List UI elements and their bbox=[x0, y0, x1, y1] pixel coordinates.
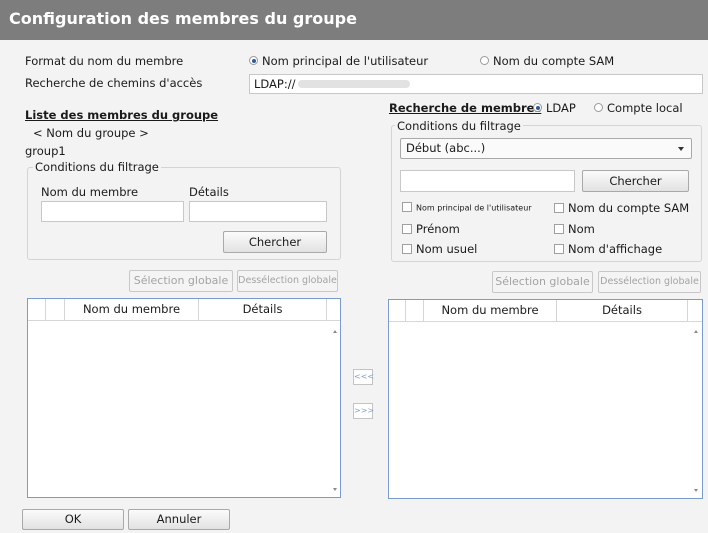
match-mode-dropdown[interactable]: Début (abc...) bbox=[400, 138, 692, 159]
check-firstname[interactable]: Prénom bbox=[402, 222, 460, 236]
scroll-up-icon[interactable] bbox=[694, 330, 698, 333]
format-option-principal-label: Nom principal de l'utilisateur bbox=[262, 54, 429, 68]
left-select-all-button[interactable]: Sélection globale bbox=[129, 270, 233, 292]
checkbox-icon bbox=[554, 202, 564, 213]
redacted-host bbox=[298, 80, 410, 88]
check-name[interactable]: Nom bbox=[554, 222, 595, 236]
check-display-label: Nom d'affichage bbox=[568, 242, 663, 256]
checkbox-icon bbox=[402, 223, 412, 234]
title-bar: Configuration des membres du groupe bbox=[0, 0, 708, 40]
checkbox-icon bbox=[554, 243, 564, 254]
radio-icon bbox=[594, 103, 603, 112]
window-title: Configuration des membres du groupe bbox=[9, 9, 357, 28]
format-option-sam-label: Nom du compte SAM bbox=[493, 54, 615, 68]
member-format-label: Format du nom du membre bbox=[25, 54, 184, 68]
left-grid-col-details[interactable]: Détails bbox=[199, 299, 327, 321]
check-sam[interactable]: Nom du compte SAM bbox=[554, 201, 689, 215]
check-sam-label: Nom du compte SAM bbox=[568, 201, 690, 215]
right-grid-select-col bbox=[389, 300, 406, 322]
right-deselect-all-button[interactable]: Dessélection globale bbox=[598, 271, 701, 293]
left-grid-icon-col bbox=[46, 299, 65, 321]
path-label: Recherche de chemins d'accès bbox=[25, 76, 203, 90]
left-grid-col-member[interactable]: Nom du membre bbox=[65, 299, 199, 321]
radio-selected-icon bbox=[533, 103, 542, 112]
source-local-label: Compte local bbox=[607, 101, 683, 115]
left-members-grid[interactable]: Nom du membre Détails bbox=[27, 298, 341, 498]
ok-button[interactable]: OK bbox=[22, 509, 124, 530]
scroll-down-icon[interactable] bbox=[333, 488, 337, 491]
remove-members-button[interactable]: >>> bbox=[353, 403, 374, 419]
add-members-button[interactable]: <<< bbox=[353, 369, 374, 385]
left-deselect-all-button[interactable]: Dessélection globale bbox=[237, 270, 338, 292]
checkbox-icon bbox=[402, 243, 412, 254]
check-name-label: Nom bbox=[568, 222, 595, 236]
left-filter-member-label: Nom du membre bbox=[41, 185, 139, 199]
left-grid-header: Nom du membre Détails bbox=[28, 299, 340, 321]
left-search-button[interactable]: Chercher bbox=[223, 231, 327, 253]
check-firstname-label: Prénom bbox=[416, 222, 460, 236]
radio-selected-icon bbox=[249, 56, 258, 65]
right-filter-legend: Conditions du filtrage bbox=[395, 119, 523, 133]
right-members-grid[interactable]: Nom du membre Détails bbox=[388, 299, 703, 499]
scroll-up-icon[interactable] bbox=[333, 330, 337, 333]
radio-icon bbox=[480, 56, 489, 65]
source-option-local[interactable]: Compte local bbox=[594, 101, 683, 115]
left-grid-select-col bbox=[28, 299, 46, 321]
right-grid-col-member[interactable]: Nom du membre bbox=[424, 300, 557, 322]
path-value: LDAP:// bbox=[254, 77, 296, 91]
source-option-ldap[interactable]: LDAP bbox=[533, 101, 576, 115]
path-input[interactable]: LDAP:// bbox=[249, 74, 703, 94]
cancel-button[interactable]: Annuler bbox=[128, 509, 230, 530]
check-usual[interactable]: Nom usuel bbox=[402, 242, 477, 256]
format-option-principal[interactable]: Nom principal de l'utilisateur bbox=[249, 54, 428, 68]
check-display[interactable]: Nom d'affichage bbox=[554, 242, 662, 256]
right-grid-col-details[interactable]: Détails bbox=[557, 300, 688, 322]
member-search-title: Recherche de membres bbox=[389, 101, 542, 115]
group-name-label: < Nom du groupe > bbox=[33, 126, 149, 140]
left-filter-member-input[interactable] bbox=[41, 201, 184, 222]
right-grid-icon-col bbox=[406, 300, 424, 322]
scroll-down-icon[interactable] bbox=[694, 489, 698, 492]
group-members-title: Liste des membres du groupe bbox=[25, 108, 219, 122]
source-ldap-label: LDAP bbox=[546, 101, 576, 115]
right-search-input[interactable] bbox=[400, 170, 575, 192]
right-grid-header: Nom du membre Détails bbox=[389, 300, 702, 322]
group-name-value: group1 bbox=[25, 144, 66, 158]
check-usual-label: Nom usuel bbox=[416, 242, 478, 256]
check-principal-label: Nom principal de l'utilisateur bbox=[416, 203, 532, 213]
left-filter-legend: Conditions du filtrage bbox=[33, 160, 161, 174]
checkbox-icon bbox=[402, 202, 412, 212]
left-filter-details-input[interactable] bbox=[189, 201, 327, 222]
chevron-down-icon bbox=[678, 147, 684, 151]
match-mode-value: Début (abc...) bbox=[406, 141, 486, 155]
check-principal[interactable]: Nom principal de l'utilisateur bbox=[402, 202, 532, 213]
right-select-all-button[interactable]: Sélection globale bbox=[492, 271, 593, 293]
format-option-sam[interactable]: Nom du compte SAM bbox=[480, 54, 614, 68]
checkbox-icon bbox=[554, 223, 564, 234]
left-filter-details-label: Détails bbox=[189, 185, 229, 199]
right-search-button[interactable]: Chercher bbox=[582, 170, 689, 192]
